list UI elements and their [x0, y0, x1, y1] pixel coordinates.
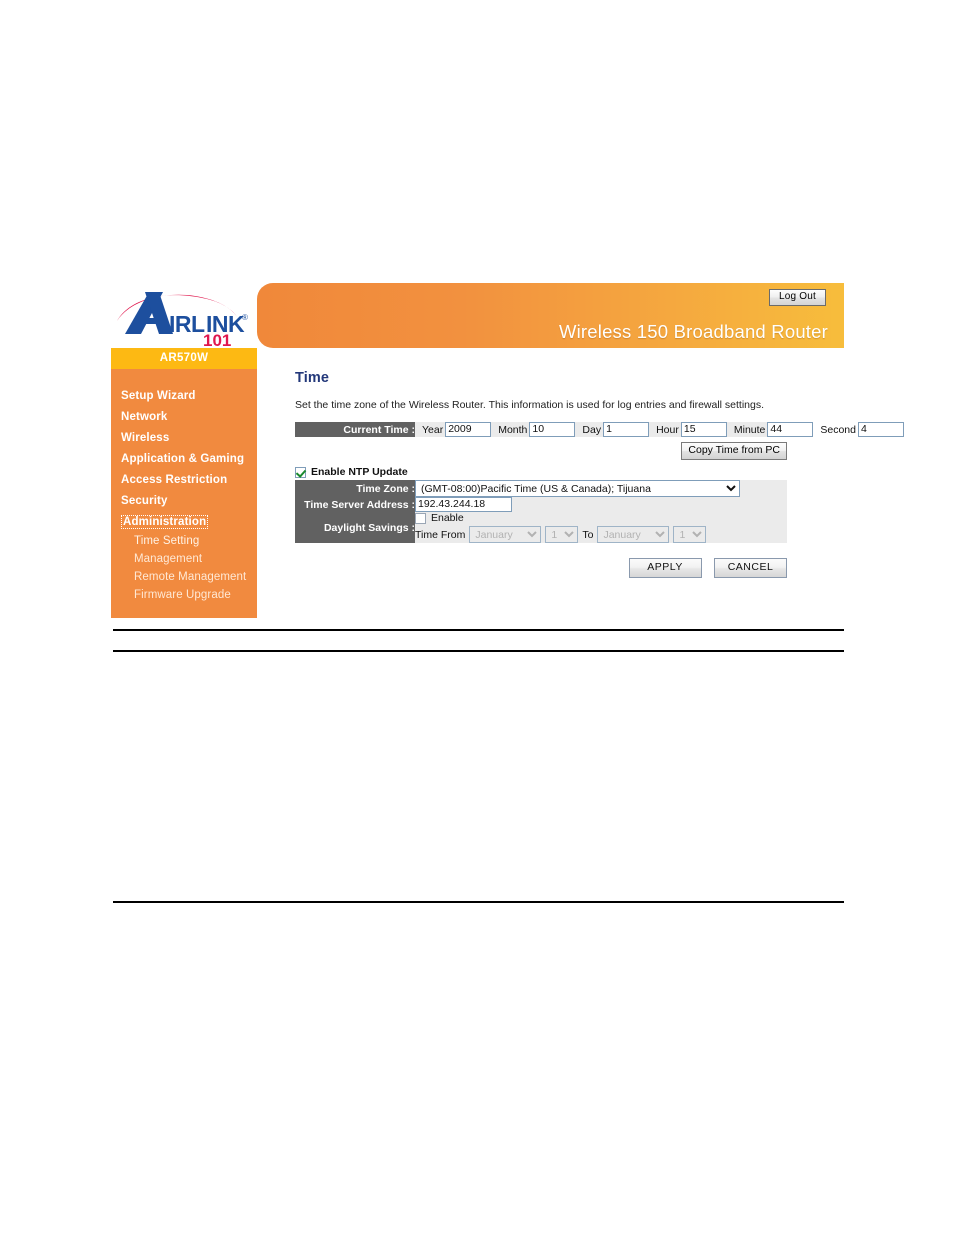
sidebar-subitem-remote-management[interactable]: Remote Management: [111, 568, 257, 586]
minute-label: Minute: [733, 423, 766, 436]
hour-input[interactable]: [680, 422, 727, 437]
header-banner: Log Out Wireless 150 Broadband Router: [257, 283, 844, 348]
daylight-from-month-select[interactable]: January: [469, 526, 542, 543]
month-label: Month: [498, 423, 528, 436]
daylight-enable-row[interactable]: Enable: [415, 512, 787, 524]
sidebar-item-security[interactable]: Security: [111, 490, 257, 511]
year-label: Year: [422, 423, 444, 436]
sidebar: AR570W Setup Wizard Network Wireless App…: [111, 348, 257, 618]
sidebar-item-label: Administration: [121, 514, 209, 529]
month-input[interactable]: [529, 422, 576, 437]
svg-text:101: 101: [203, 331, 231, 347]
cancel-button[interactable]: CANCEL: [714, 558, 787, 578]
daylight-savings-cell: Enable Time From January 1 To January 1: [415, 512, 787, 543]
daylight-to-day-select[interactable]: 1: [673, 526, 707, 543]
sidebar-subitem-management[interactable]: Management: [111, 550, 257, 568]
logout-button[interactable]: Log Out: [769, 289, 826, 306]
daylight-enable-label: Enable: [431, 512, 464, 524]
field-group-year: Year: [415, 422, 492, 437]
field-group-minute: Minute: [727, 422, 814, 437]
sidebar-subitem-label: Firmware Upgrade: [134, 588, 231, 601]
current-time-label: Current Time :: [295, 422, 415, 437]
sidebar-subitem-firmware-upgrade[interactable]: Firmware Upgrade: [111, 586, 257, 604]
sidebar-subitem-label: Management: [134, 552, 203, 565]
time-server-address-label: Time Server Address :: [295, 497, 415, 512]
daylight-range-row: Time From January 1 To January 1: [415, 526, 787, 543]
sidebar-subitem-label: Time Setting: [134, 534, 200, 547]
page-header: IRL INK ® 101 Log Out Wireless 150 Broad…: [111, 283, 844, 348]
action-buttons-row: APPLY CANCEL: [295, 557, 787, 578]
daylight-from-day-select[interactable]: 1: [545, 526, 579, 543]
enable-ntp-checkbox[interactable]: [295, 466, 306, 478]
content-area: Time Set the time zone of the Wireless R…: [257, 348, 904, 610]
year-input[interactable]: [445, 422, 492, 437]
time-server-address-cell: [415, 497, 787, 512]
sidebar-subitem-label: Remote Management: [134, 570, 247, 583]
sidebar-item-label: Access Restriction: [121, 473, 228, 486]
time-zone-select[interactable]: (GMT-08:00)Pacific Time (US & Canada); T…: [415, 480, 740, 497]
daylight-enable-checkbox[interactable]: [415, 512, 426, 524]
table-row: Time Server Address :: [295, 497, 787, 512]
ntp-settings-table: Time Zone : (GMT-08:00)Pacific Time (US …: [295, 480, 787, 543]
field-group-month: Month: [491, 422, 576, 437]
time-zone-cell: (GMT-08:00)Pacific Time (US & Canada); T…: [415, 480, 787, 497]
table-row: Time Zone : (GMT-08:00)Pacific Time (US …: [295, 480, 787, 497]
sidebar-item-label: Setup Wizard: [121, 389, 196, 402]
sidebar-item-application-gaming[interactable]: Application & Gaming: [111, 448, 257, 469]
sidebar-item-label: Application & Gaming: [121, 452, 245, 465]
second-label: Second: [820, 423, 856, 436]
time-server-address-input[interactable]: [415, 497, 512, 512]
page-divider-middle: [113, 650, 844, 652]
daylight-savings-label: Daylight Savings :: [295, 512, 415, 543]
sidebar-item-label: Security: [121, 494, 168, 507]
sidebar-item-access-restriction[interactable]: Access Restriction: [111, 469, 257, 490]
page-description: Set the time zone of the Wireless Router…: [295, 399, 765, 411]
second-input[interactable]: [858, 422, 904, 437]
apply-button[interactable]: APPLY: [628, 558, 702, 578]
field-group-day: Day: [575, 422, 650, 437]
time-to-label: To: [582, 528, 594, 541]
current-time-table: Current Time : Year Month: [295, 422, 904, 437]
hour-label: Hour: [656, 423, 679, 436]
product-title: Wireless 150 Broadband Router: [558, 321, 828, 342]
airlink-logo: IRL INK ® 101: [111, 285, 257, 347]
sidebar-item-network[interactable]: Network: [111, 406, 257, 427]
enable-ntp-label: Enable NTP Update: [311, 466, 408, 478]
sidebar-item-wireless[interactable]: Wireless: [111, 427, 257, 448]
time-zone-label: Time Zone :: [295, 480, 415, 497]
sidebar-item-label: Wireless: [121, 431, 170, 444]
table-row: Current Time : Year Month: [295, 422, 904, 437]
table-row: Daylight Savings : Enable Time From Janu…: [295, 512, 787, 543]
page-divider-bottom: [113, 901, 844, 903]
minute-input[interactable]: [767, 422, 814, 437]
day-input[interactable]: [603, 422, 650, 437]
router-admin-page: IRL INK ® 101 Log Out Wireless 150 Broad…: [111, 283, 904, 618]
model-badge: AR570W: [111, 348, 257, 369]
svg-text:®: ®: [242, 313, 248, 322]
svg-text:IRL: IRL: [169, 311, 205, 337]
sidebar-nav: Setup Wizard Network Wireless Applicatio…: [111, 369, 257, 618]
page-body: AR570W Setup Wizard Network Wireless App…: [111, 348, 904, 618]
sidebar-item-setup-wizard[interactable]: Setup Wizard: [111, 385, 257, 406]
copy-time-row: Copy Time from PC: [295, 437, 787, 460]
page-divider-top: [113, 629, 844, 631]
field-group-second: Second: [813, 422, 904, 437]
sidebar-item-label: Network: [121, 410, 168, 423]
day-label: Day: [582, 423, 602, 436]
enable-ntp-update-row[interactable]: Enable NTP Update: [295, 466, 844, 478]
sidebar-item-administration[interactable]: Administration: [111, 511, 257, 532]
daylight-to-month-select[interactable]: January: [597, 526, 670, 543]
copy-time-from-pc-button[interactable]: Copy Time from PC: [681, 442, 787, 460]
sidebar-subitem-time-setting[interactable]: Time Setting: [111, 532, 257, 550]
time-from-label: Time From: [415, 528, 466, 541]
current-time-fields: Year Month Day: [415, 422, 904, 437]
field-group-hour: Hour: [649, 422, 727, 437]
page-title: Time: [295, 370, 329, 386]
